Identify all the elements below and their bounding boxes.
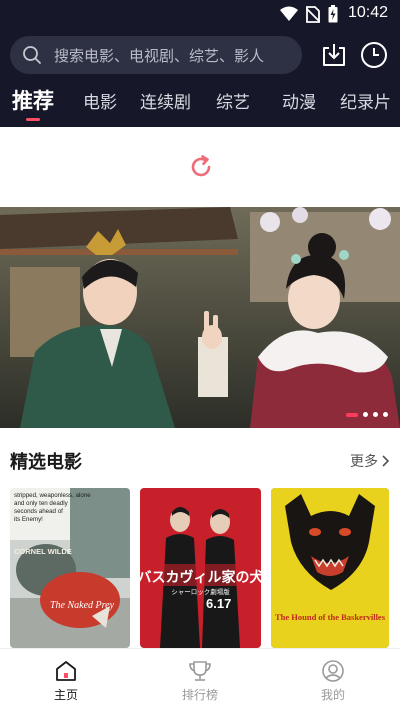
tab-recommend[interactable]: 推荐 xyxy=(12,85,54,115)
chevron-right-icon xyxy=(382,455,390,467)
tab-variety[interactable]: 综艺 xyxy=(216,88,250,113)
download-icon xyxy=(323,44,345,66)
user-icon xyxy=(322,660,344,682)
pull-refresh-area xyxy=(0,127,400,207)
poster-image: The Hound of the Baskervilles xyxy=(271,488,389,648)
search-icon xyxy=(23,46,41,64)
tab-movie[interactable]: 电影 xyxy=(83,88,117,113)
bottom-navigation: 主页 排行榜 我的 xyxy=(0,648,400,711)
more-label: 更多 xyxy=(350,454,378,470)
nav-home[interactable]: 主页 xyxy=(26,659,106,703)
nav-profile[interactable]: 我的 xyxy=(293,659,373,703)
poster-subtitle: シャーロック劇場版 xyxy=(171,587,230,596)
poster-title: バスカヴィル家の犬 xyxy=(140,569,261,586)
battery-icon xyxy=(328,5,338,23)
carousel-dot[interactable] xyxy=(383,412,388,417)
clock-icon xyxy=(361,42,387,68)
status-time: 10:42 xyxy=(347,4,388,21)
poster-text-line: and only ten deadly xyxy=(14,500,69,507)
poster-title: The Hound of the Baskervilles xyxy=(275,612,386,622)
nav-ranking[interactable]: 排行榜 xyxy=(160,659,240,703)
active-tab-indicator xyxy=(26,118,40,121)
refresh-icon[interactable] xyxy=(188,154,214,180)
carousel-indicator xyxy=(346,412,388,417)
nav-ranking-label: 排行榜 xyxy=(181,688,218,702)
nav-profile-label: 我的 xyxy=(320,688,345,702)
movie-card[interactable]: バスカヴィル家の犬 シャーロック劇場版 6.17 xyxy=(140,488,261,648)
app-root: 10:42 搜索电影、电视剧、综艺、影人 推荐 电影 连续剧 综艺 动漫 纪录片 xyxy=(0,0,400,711)
section-title: 精选电影 xyxy=(10,452,82,473)
poster-image: stripped, weaponless, alone and only ten… xyxy=(10,488,130,648)
no-sim-icon xyxy=(306,5,320,23)
poster-image: バスカヴィル家の犬 シャーロック劇場版 6.17 xyxy=(140,488,261,648)
poster-actor: CORNEL WILDE xyxy=(14,547,72,556)
banner-carousel[interactable] xyxy=(0,207,400,428)
poster-title: The Naked Prey xyxy=(50,600,115,611)
tab-series[interactable]: 连续剧 xyxy=(140,88,191,113)
carousel-dot[interactable] xyxy=(373,412,378,417)
poster-text-line: its Enemy! xyxy=(14,516,43,523)
wifi-icon xyxy=(280,6,298,21)
movie-card[interactable]: stripped, weaponless, alone and only ten… xyxy=(10,488,130,648)
banner-image xyxy=(0,207,400,428)
top-header: 10:42 搜索电影、电视剧、综艺、影人 推荐 电影 连续剧 综艺 动漫 纪录片 xyxy=(0,0,400,127)
carousel-dot[interactable] xyxy=(363,412,368,417)
status-icons xyxy=(280,5,338,23)
category-tabs: 推荐 电影 连续剧 综艺 动漫 纪录片 xyxy=(0,82,400,122)
featured-movies-header: 精选电影 更多 xyxy=(0,440,400,476)
search-row: 搜索电影、电视剧、综艺、影人 xyxy=(0,36,400,74)
nav-home-label: 主页 xyxy=(53,688,78,702)
tab-anime[interactable]: 动漫 xyxy=(282,88,316,113)
tab-documentary[interactable]: 纪录片 xyxy=(340,88,391,113)
poster-text-line: stripped, weaponless, alone xyxy=(14,492,91,499)
trophy-icon xyxy=(189,661,211,681)
more-link[interactable]: 更多 xyxy=(350,451,390,471)
movie-list: stripped, weaponless, alone and only ten… xyxy=(0,488,400,648)
home-icon xyxy=(56,661,76,681)
history-button[interactable] xyxy=(358,39,390,71)
carousel-dot-active[interactable] xyxy=(346,412,358,417)
status-bar: 10:42 xyxy=(0,0,400,28)
poster-date: 6.17 xyxy=(206,596,231,611)
download-button[interactable] xyxy=(318,39,350,71)
poster-text-line: seconds ahead of xyxy=(14,508,63,515)
search-placeholder: 搜索电影、电视剧、综艺、影人 xyxy=(54,46,265,65)
search-input[interactable]: 搜索电影、电视剧、综艺、影人 xyxy=(10,36,302,74)
movie-card[interactable]: The Hound of the Baskervilles xyxy=(271,488,389,648)
